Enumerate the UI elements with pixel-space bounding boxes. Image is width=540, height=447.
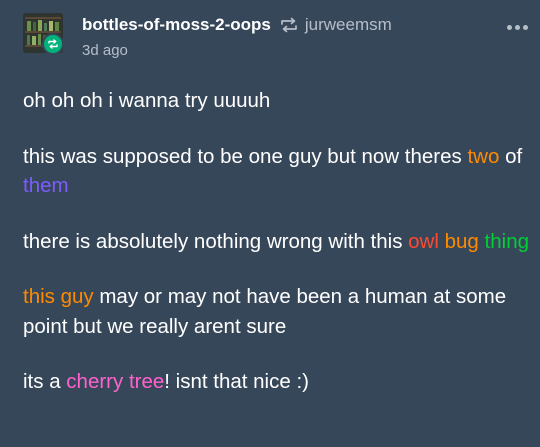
text-segment-orange: bug [444,229,479,253]
reblog-icon [279,17,299,33]
text-segment-purple: them [23,174,69,197]
blog-name-link[interactable]: bottles-of-moss-2-oops [82,15,271,35]
text-segment: of [499,144,523,168]
text-segment-orange: two [467,144,500,168]
more-dot [515,25,520,30]
text-segment: ! isnt that nice :) [164,370,309,393]
post-attribution: bottles-of-moss-2-oops jurweemsm [82,15,392,35]
text-segment-pink: cherry tree [66,370,165,393]
paragraph-text: oh oh oh i wanna try uuuuh [23,89,271,112]
text-segment: this was supposed to be one guy but now … [23,144,468,168]
paragraph-5: its a cherry tree! isnt that nice :) [23,367,533,397]
timestamp[interactable]: 3d ago [82,42,128,59]
text-segment: may or may not have been a human at some… [23,285,507,338]
paragraph-4: this guy may or may not have been a huma… [23,282,533,341]
text-segment: its a [23,370,67,393]
reblog-badge-icon [42,33,64,55]
text-segment: there is absolutely nothing wrong with t… [23,229,409,253]
post-body: oh oh oh i wanna try uuuuh this was supp… [23,86,533,423]
more-dot [507,25,512,30]
paragraph-3: there is absolutely nothing wrong with t… [23,227,533,257]
text-segment-red: owl [408,229,439,253]
more-dot [523,25,528,30]
paragraph-2: this was supposed to be one guy but now … [23,142,533,201]
text-segment-orange: this guy [23,285,94,308]
paragraph-1: oh oh oh i wanna try uuuuh [23,86,533,116]
source-blog-link[interactable]: jurweemsm [305,15,392,35]
more-options-icon[interactable] [507,25,528,30]
text-segment-green: thing [484,229,530,253]
post-header: bottles-of-moss-2-oops jurweemsm 3d ago [23,13,528,63]
